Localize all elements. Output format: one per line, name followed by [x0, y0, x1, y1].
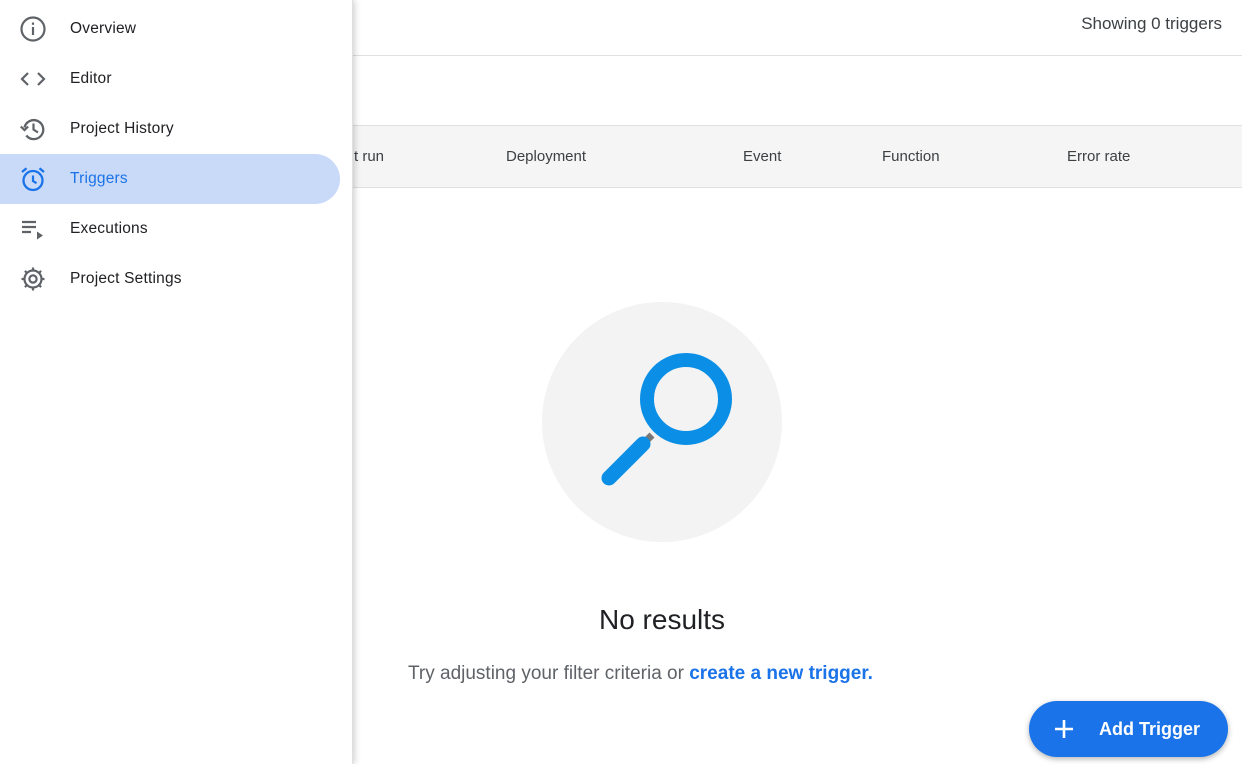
add-trigger-button[interactable]: Add Trigger [1029, 701, 1228, 757]
column-error-rate[interactable]: Error rate [1067, 148, 1130, 165]
executions-icon [0, 215, 70, 243]
sidebar-item-editor[interactable]: Editor [0, 54, 340, 104]
sidebar-item-label: Triggers [70, 170, 128, 187]
magnifier-icon [601, 353, 732, 486]
sidebar-item-project-settings[interactable]: Project Settings [0, 254, 340, 304]
sidebar-item-label: Editor [70, 70, 112, 87]
empty-state-illustration [542, 302, 782, 542]
create-trigger-link[interactable]: create a new trigger. [689, 663, 873, 684]
sidebar-item-executions[interactable]: Executions [0, 204, 340, 254]
column-function[interactable]: Function [882, 148, 940, 165]
sidebar-item-label: Overview [70, 20, 137, 37]
hint-text: Try adjusting your filter criteria or [408, 663, 684, 684]
column-deployment[interactable]: Deployment [506, 148, 586, 165]
sidebar-item-label: Executions [70, 220, 148, 237]
column-event[interactable]: Event [743, 148, 781, 165]
info-icon [0, 15, 70, 43]
plus-icon [1029, 718, 1099, 740]
alarm-icon [0, 165, 70, 193]
sidebar-item-project-history[interactable]: Project History [0, 104, 340, 154]
trigger-count: Showing 0 triggers [1081, 14, 1222, 33]
history-icon [0, 115, 70, 143]
sidebar-item-overview[interactable]: Overview [0, 4, 340, 54]
code-icon [0, 65, 70, 93]
gear-icon [0, 265, 70, 293]
sidebar-drawer: Overview Editor Project History Triggers… [0, 0, 353, 764]
sidebar-item-triggers[interactable]: Triggers [0, 154, 340, 204]
column-last-run[interactable]: t run [354, 148, 384, 165]
sidebar-item-label: Project History [70, 120, 174, 137]
add-trigger-label: Add Trigger [1099, 718, 1201, 739]
empty-state-hint: Try adjusting your filter criteria or cr… [408, 663, 873, 685]
sidebar-item-label: Project Settings [70, 270, 182, 287]
